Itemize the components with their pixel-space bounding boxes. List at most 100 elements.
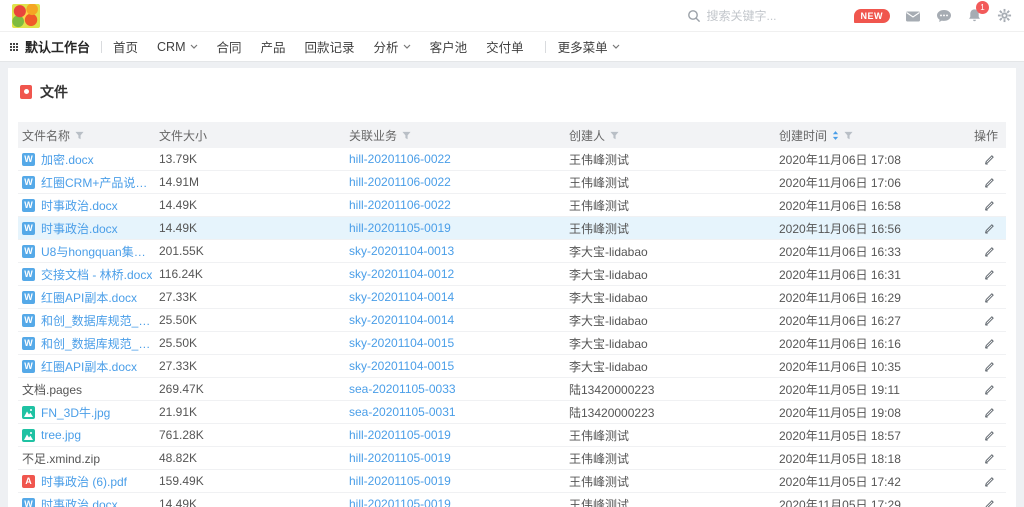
related-business-link[interactable]: sky-20201104-0014 — [349, 313, 454, 327]
filter-icon[interactable] — [75, 131, 84, 140]
file-name-link[interactable]: U8与hongquan集成方案.docx — [41, 243, 153, 260]
file-module-icon — [20, 85, 32, 99]
nav-item-contract[interactable]: 合同 — [217, 37, 242, 56]
related-business-link[interactable]: sky-20201104-0014 — [349, 290, 454, 304]
file-name-link[interactable]: 红圈API副本.docx — [41, 289, 137, 306]
file-name-cell: W加密.docx — [18, 151, 155, 168]
edit-button[interactable] — [984, 177, 995, 188]
nav-item-analysis[interactable]: 分析 — [374, 37, 411, 56]
settings-gear-icon[interactable] — [997, 8, 1012, 23]
edit-button[interactable] — [984, 453, 995, 464]
related-business-link[interactable]: sky-20201104-0013 — [349, 244, 454, 258]
created-time: 2020年11月06日 16:29 — [775, 289, 970, 306]
filter-icon[interactable] — [844, 131, 853, 140]
sort-icon[interactable] — [832, 130, 839, 141]
nav-item-product[interactable]: 产品 — [261, 37, 286, 56]
column-header-6[interactable]: 操作 — [970, 127, 1006, 144]
edit-icon — [984, 361, 995, 372]
edit-button[interactable] — [984, 223, 995, 234]
related-business-link[interactable]: hill-20201105-0019 — [349, 221, 451, 235]
edit-button[interactable] — [984, 200, 995, 211]
file-name-link[interactable]: 加密.docx — [41, 151, 94, 168]
filter-icon[interactable] — [402, 131, 411, 140]
file-name-cell: W 时事政治.docx — [18, 197, 155, 214]
nav-item-label: 产品 — [261, 37, 286, 56]
edit-button[interactable] — [984, 361, 995, 372]
table-row: tree.jpg761.28Khill-20201105-0019王伟峰测试20… — [18, 424, 1006, 447]
file-name-link[interactable]: 和创_数据库规范_20171124.doc — [41, 335, 153, 352]
chat-icon[interactable] — [936, 9, 952, 23]
column-header-5[interactable]: 创建时间 — [775, 127, 970, 144]
action-cell — [970, 499, 1006, 507]
new-badge[interactable]: NEW — [854, 9, 891, 23]
column-header-4[interactable]: 创建人 — [565, 127, 775, 144]
workspace-title[interactable]: 默认工作台 — [25, 37, 90, 56]
file-name-link[interactable]: 时事政治.docx — [41, 496, 118, 507]
file-name-link[interactable]: FN_3D牛.jpg — [41, 404, 110, 421]
creator: 陆13420000223 — [565, 381, 775, 398]
nav-more-menu[interactable]: 更多菜单 — [558, 37, 620, 56]
nav-item-label: 交付单 — [486, 37, 524, 56]
related-business-link[interactable]: hill-20201106-0022 — [349, 175, 451, 189]
related-business-cell: sea-20201105-0033 — [345, 382, 565, 396]
column-header-1[interactable]: 文件名称 — [18, 127, 155, 144]
file-name-link[interactable]: 红圈CRM+产品说明201901_前端... — [41, 174, 153, 191]
file-name-link[interactable]: 和创_数据库规范_20171124.doc — [41, 312, 153, 329]
file-name-link[interactable]: 交接文档 - 林桥.docx — [41, 266, 152, 283]
nav-item-crm[interactable]: CRM — [157, 40, 197, 54]
edit-icon — [984, 453, 995, 464]
nav-item-label: 合同 — [217, 37, 242, 56]
related-business-link[interactable]: hill-20201105-0019 — [349, 474, 451, 488]
file-name-link[interactable]: tree.jpg — [41, 428, 81, 442]
related-business-cell: sky-20201104-0012 — [345, 267, 565, 281]
app-logo[interactable] — [12, 4, 40, 28]
creator: 陆13420000223 — [565, 404, 775, 421]
related-business-link[interactable]: hill-20201106-0022 — [349, 152, 451, 166]
edit-button[interactable] — [984, 246, 995, 257]
related-business-link[interactable]: hill-20201105-0019 — [349, 451, 451, 465]
notifications-bell-icon[interactable]: 1 — [967, 8, 982, 23]
edit-button[interactable] — [984, 338, 995, 349]
file-name-link[interactable]: 时事政治 (6).pdf — [41, 473, 127, 490]
page-title-row: 文件 — [8, 68, 1016, 122]
related-business-link[interactable]: sky-20201104-0012 — [349, 267, 454, 281]
file-name-cell: 不足.xmind.zip — [18, 450, 155, 467]
related-business-link[interactable]: sea-20201105-0031 — [349, 405, 456, 419]
apps-grid-icon[interactable] — [10, 43, 18, 51]
edit-button[interactable] — [984, 154, 995, 165]
related-business-cell: sky-20201104-0013 — [345, 244, 565, 258]
related-business-link[interactable]: sky-20201104-0015 — [349, 359, 454, 373]
edit-button[interactable] — [984, 384, 995, 395]
mail-icon[interactable] — [905, 9, 921, 23]
nav-item-customer-pool[interactable]: 客户池 — [430, 37, 468, 56]
edit-button[interactable] — [984, 476, 995, 487]
file-name-link[interactable]: 时事政治.docx — [41, 220, 118, 237]
jpg-file-icon — [22, 406, 35, 419]
related-business-link[interactable]: hill-20201105-0019 — [349, 497, 451, 507]
edit-button[interactable] — [984, 269, 995, 280]
docx-file-icon: W — [22, 176, 35, 189]
filter-icon[interactable] — [610, 131, 619, 140]
search-input[interactable] — [707, 9, 825, 23]
creator: 李大宝-lidabao — [565, 266, 775, 283]
column-label: 创建人 — [569, 127, 605, 144]
edit-button[interactable] — [984, 292, 995, 303]
edit-button[interactable] — [984, 499, 995, 507]
edit-button[interactable] — [984, 430, 995, 441]
related-business-link[interactable]: hill-20201105-0019 — [349, 428, 451, 442]
column-header-2[interactable]: 文件大小 — [155, 127, 345, 144]
global-search[interactable] — [687, 9, 825, 23]
related-business-link[interactable]: sky-20201104-0015 — [349, 336, 454, 350]
related-business-link[interactable]: hill-20201106-0022 — [349, 198, 451, 212]
file-name-link[interactable]: 红圈API副本.docx — [41, 358, 137, 375]
file-name-link[interactable]: 时事政治.docx — [41, 197, 118, 214]
column-header-3[interactable]: 关联业务 — [345, 127, 565, 144]
files-card: 文件 文件名称文件大小关联业务创建人创建时间操作 W加密.docx13.79Kh… — [8, 68, 1016, 507]
edit-button[interactable] — [984, 407, 995, 418]
docx-file-icon: W — [22, 199, 35, 212]
nav-item-delivery-order[interactable]: 交付单 — [486, 37, 524, 56]
nav-item-payment-records[interactable]: 回款记录 — [305, 37, 355, 56]
related-business-link[interactable]: sea-20201105-0033 — [349, 382, 456, 396]
edit-button[interactable] — [984, 315, 995, 326]
nav-item-home[interactable]: 首页 — [113, 37, 138, 56]
